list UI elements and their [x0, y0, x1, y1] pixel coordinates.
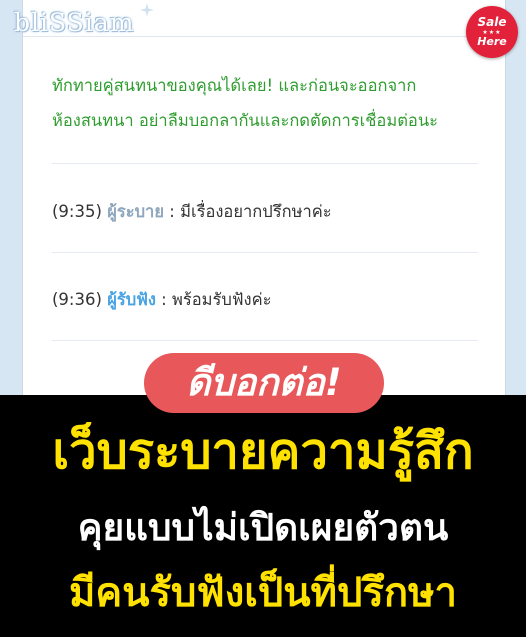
message-time: (9:35) — [52, 202, 102, 221]
message-sender: ผู้ระบาย — [107, 202, 164, 221]
banner-tagline: มีคนรับฟังเป็นที่ปรึกษา — [69, 570, 457, 616]
chat-message: (9:35) ผู้ระบาย : มีเรื่องอยากปรึกษาค่ะ — [52, 199, 332, 225]
divider — [52, 252, 478, 253]
chat-message: (9:36) ผู้รับฟัง : พร้อมรับฟังค่ะ — [52, 287, 272, 313]
message-separator: : — [164, 202, 181, 221]
banner-headline: เว็บระบายความรู้สึก — [52, 423, 474, 480]
banner-subline: คุยแบบไม่เปิดเผยตัวตน — [77, 506, 449, 549]
sale-badge: Sale ★★★ Here — [466, 6, 518, 58]
message-sender: ผู้รับฟัง — [107, 290, 156, 309]
recommend-pill: ดีบอกต่อ! — [144, 353, 384, 413]
sale-badge-line2: Here — [477, 35, 507, 48]
sale-badge-line1: Sale — [477, 15, 507, 29]
chat-notice: ทักทายคู่สนทนาของคุณได้เลย! และก่อนจะออก… — [52, 68, 497, 138]
notice-line: ห้องสนทนา อย่าลืมบอกลากันและกดตัดการเชื่… — [52, 111, 438, 130]
chat-screenshot: bliSSiam Sale ★★★ Here ทักทายคู่สนทนาของ… — [0, 0, 526, 395]
sparkle-icon — [140, 3, 154, 17]
message-text: มีเรื่องอยากปรึกษาค่ะ — [180, 202, 332, 221]
message-time: (9:36) — [52, 290, 102, 309]
notice-line: ทักทายคู่สนทนาของคุณได้เลย! และก่อนจะออก… — [52, 76, 417, 95]
message-separator: : — [155, 290, 172, 309]
message-text: พร้อมรับฟังค่ะ — [172, 290, 272, 309]
brand-logo: bliSSiam — [14, 8, 135, 37]
chat-panel — [22, 0, 506, 395]
divider — [52, 163, 478, 164]
divider — [52, 340, 478, 341]
